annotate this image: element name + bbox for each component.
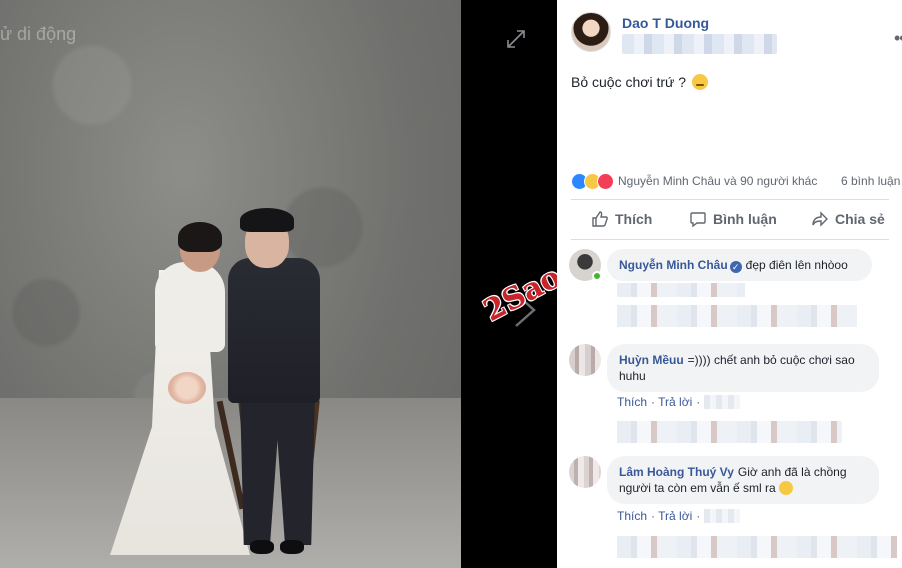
comment-bubble-icon (690, 212, 706, 228)
wedding-photo[interactable]: ử di động (0, 0, 461, 568)
share-button[interactable]: Chia sẻ (811, 210, 885, 228)
commenter-name[interactable]: Nguyễn Minh Châu (619, 258, 728, 272)
like-label: Thích (615, 211, 653, 227)
post-text-content: Bỏ cuộc chơi trứ ? (571, 74, 687, 90)
comment-button[interactable]: Bình luận (689, 210, 777, 228)
comment-label: Bình luận (713, 211, 777, 227)
commenter-name[interactable]: Huỳn Mềuu (619, 353, 684, 367)
divider (571, 199, 889, 200)
photo-viewer: ử di động 2Sao.vn (0, 0, 557, 568)
bouquet (168, 372, 206, 404)
commenter-avatar[interactable] (569, 344, 601, 376)
author-avatar[interactable] (571, 12, 611, 52)
reaction-summary[interactable]: Nguyễn Minh Châu và 90 người khác (618, 174, 817, 188)
divider (571, 239, 889, 240)
comment-item: Huỳn Mềuu =)))) chết anh bỏ cuộc chơi sao… (569, 344, 889, 444)
more-options-icon[interactable]: ••• (894, 28, 902, 49)
thumbs-up-icon (592, 211, 608, 227)
comment-actions: Thích · Trả lời · (617, 509, 744, 523)
comment-reply-link[interactable]: Trả lời (658, 395, 692, 409)
share-arrow-icon (812, 211, 828, 227)
comment-time-blurred (703, 509, 740, 523)
site-watermark: 2Sao.vn (478, 236, 557, 329)
like-button[interactable]: Thích (591, 210, 652, 228)
reply-preview-blurred[interactable] (617, 305, 857, 327)
commenter-avatar[interactable] (569, 456, 601, 488)
groom-shoe (250, 540, 274, 554)
comment-like-link[interactable]: Thích (617, 509, 647, 523)
post-panel: Dao T Duong ••• Bỏ cuộc chơi trứ ? Nguyễ… (557, 0, 902, 568)
groom-suit (228, 258, 320, 403)
comment-meta-blurred (617, 283, 745, 297)
groom-hair (240, 208, 294, 232)
post-actions: Thích Bình luận Chia sẻ (571, 204, 889, 234)
comment-reply-link[interactable]: Trả lời (658, 509, 692, 523)
comment-text: đẹp điên lên nhòoo (745, 258, 848, 272)
photo-watermark-text: ử di động (0, 24, 77, 44)
reply-preview-blurred[interactable] (617, 421, 842, 443)
author-name[interactable]: Dao T Duong (622, 15, 709, 31)
comment-item: Lâm Hoàng Thuý Vy Giờ anh đã là chồng ngư… (569, 456, 897, 564)
online-status-icon (592, 271, 602, 281)
post-header: Dao T Duong ••• (571, 12, 902, 56)
commenter-name[interactable]: Lâm Hoàng Thuý Vy (619, 465, 734, 479)
bride-top (155, 262, 225, 352)
post-text: Bỏ cuộc chơi trứ ? (571, 74, 708, 90)
verified-badge-icon: ✓ (729, 261, 742, 273)
groom-shoe (280, 540, 304, 554)
love-reaction-icon[interactable] (597, 173, 614, 190)
comment-time-blurred (703, 395, 740, 409)
bride-hair (178, 222, 222, 252)
comment-actions: Thích · Trả lời · (617, 395, 744, 409)
reply-preview-blurred[interactable] (617, 536, 897, 558)
comment-item: Nguyễn Minh Châu ✓ đẹp điên lên nhòoo (569, 249, 889, 329)
comment-bubble: Huỳn Mềuu =)))) chết anh bỏ cuộc chơi sao… (607, 344, 879, 392)
comment-like-link[interactable]: Thích (617, 395, 647, 409)
smirk-emoji-icon (691, 74, 708, 90)
share-label: Chia sẻ (835, 211, 885, 227)
expand-icon[interactable] (505, 28, 527, 50)
eye-roll-emoji-icon (778, 481, 793, 495)
comment-bubble: Nguyễn Minh Châu ✓ đẹp điên lên nhòoo (607, 249, 872, 281)
reactions-row: Nguyễn Minh Châu và 90 người khác 6 bình… (571, 172, 901, 192)
comment-count[interactable]: 6 bình luận (841, 174, 900, 188)
post-meta-blurred (622, 34, 777, 54)
comment-bubble: Lâm Hoàng Thuý Vy Giờ anh đã là chồng ngư… (607, 456, 879, 504)
